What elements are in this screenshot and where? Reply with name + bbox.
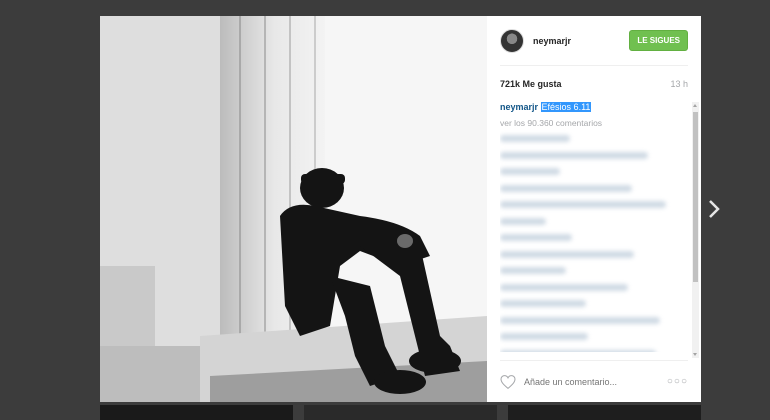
caption: neymarjr Efésios 6.11 [500,102,685,112]
list-item [500,283,628,291]
scroll-up-icon[interactable] [693,104,697,107]
comment-input[interactable] [524,376,654,387]
list-item [500,201,666,208]
list-item [500,316,660,324]
list-item[interactable] [508,405,701,420]
post-stats: 721k Me gusta 13 h [500,79,688,89]
list-item[interactable] [100,405,293,420]
scroll-thumb[interactable] [693,112,698,282]
caption-username[interactable]: neymarjr [500,102,538,112]
list-item[interactable] [304,405,497,420]
comment-bar: ○○○ [500,360,688,402]
list-item [500,250,634,258]
thumbnail-strip [100,405,701,420]
next-arrow-icon[interactable] [706,198,722,220]
list-item [500,168,560,175]
caption-text: Efésios 6.11 [540,102,592,112]
post-header: neymarjr LE SIGUES [500,16,688,66]
post-sidebar: neymarjr LE SIGUES 721k Me gusta 13 h ne… [487,16,701,402]
list-item [500,333,588,340]
list-item [500,300,586,307]
scroll-down-icon[interactable] [693,353,697,356]
list-item [500,349,656,352]
post-modal: neymarjr LE SIGUES 721k Me gusta 13 h ne… [100,16,701,402]
likes-count[interactable]: 721k Me gusta [500,79,562,89]
post-photo [100,16,487,402]
list-item [500,151,648,159]
heart-icon[interactable] [500,374,516,389]
view-all-comments-link[interactable]: ver los 90.360 comentarios [500,118,685,128]
list-item [500,135,570,142]
comments-list[interactable]: neymarjr Efésios 6.11 ver los 90.360 com… [500,102,685,352]
username-link[interactable]: neymarjr [533,36,571,46]
more-options-icon[interactable]: ○○○ [667,376,688,387]
avatar[interactable] [500,28,524,53]
list-item [500,267,566,274]
post-time[interactable]: 13 h [670,79,688,89]
list-item [500,184,632,192]
follow-button[interactable]: LE SIGUES [629,30,688,51]
comments-scrollbar[interactable] [692,102,699,358]
list-item [500,234,572,241]
list-item [500,217,546,225]
